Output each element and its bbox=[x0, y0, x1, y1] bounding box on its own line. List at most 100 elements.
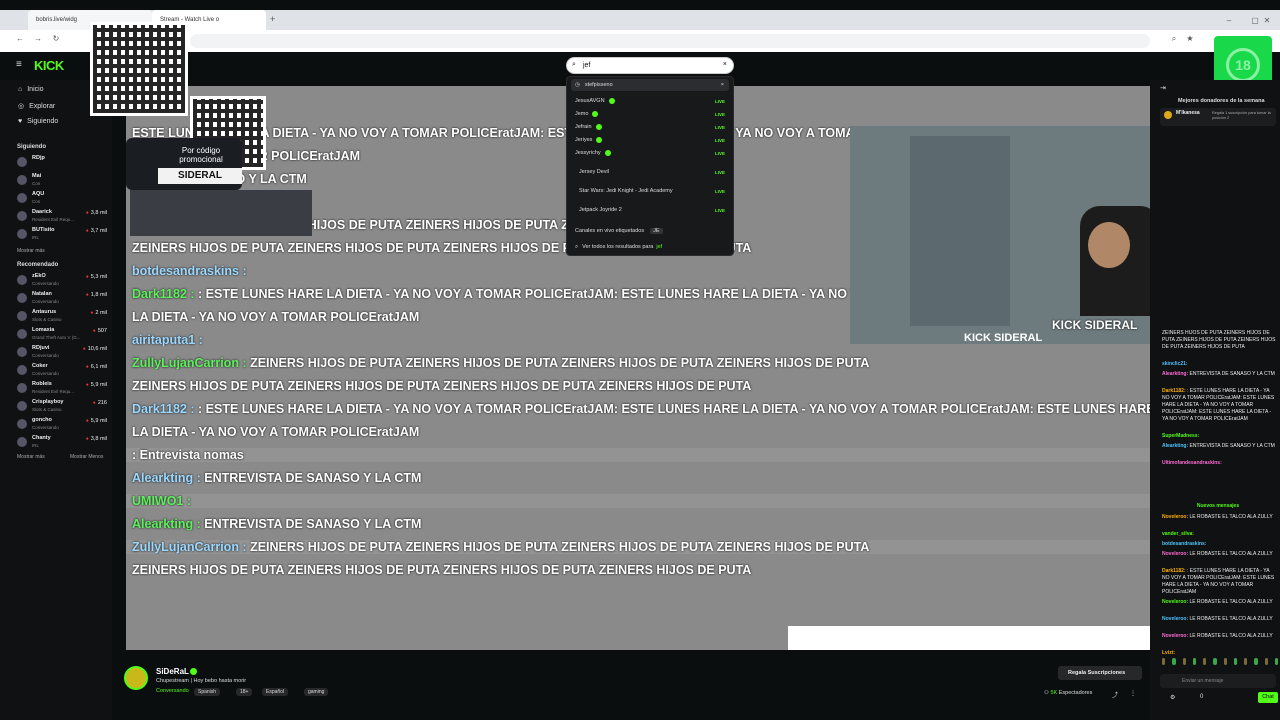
emote-icon[interactable] bbox=[1213, 658, 1217, 665]
send-chat-button[interactable]: Chat bbox=[1258, 692, 1278, 703]
sidebar-channel[interactable]: Crisplayboy Slots & Casino 216 bbox=[17, 399, 107, 415]
emote-icon[interactable] bbox=[1233, 658, 1237, 665]
emote-icon[interactable] bbox=[1274, 658, 1278, 665]
sidebar-channel[interactable]: goncho Conversando 5,9 mil bbox=[17, 417, 107, 433]
see-all-results-item[interactable]: ⌕ Ver todos los resultados para jef bbox=[571, 241, 729, 253]
live-badge: LIVE bbox=[714, 137, 725, 143]
channel-category: Conversando bbox=[32, 281, 59, 286]
search-input[interactable]: ⌕ jef × bbox=[566, 57, 734, 74]
emote-icon[interactable] bbox=[1264, 658, 1268, 665]
sidebar-channel[interactable]: Chanty IRL 3,8 mil bbox=[17, 435, 107, 451]
emote-icon[interactable] bbox=[1192, 658, 1196, 665]
sidebar-channel[interactable]: Coker Conversando 6,1 mil bbox=[17, 363, 107, 379]
chat-text: LE ROBASTE EL TALCO ALA ZULLY bbox=[1189, 633, 1273, 639]
chat-username[interactable]: vander_silva: bbox=[1162, 531, 1194, 537]
chat-username[interactable]: Noveleroo: bbox=[1162, 616, 1190, 622]
channel-result[interactable]: Jessyrichy LIVE bbox=[571, 147, 729, 159]
show-more-link[interactable]: Mostrar más bbox=[17, 248, 45, 254]
tagged-channels-item[interactable]: Canales en vivo etiquetados JE bbox=[571, 225, 729, 237]
sidebar-channel[interactable]: Natalan Conversando 1,8 mil bbox=[17, 291, 107, 307]
search-icon: ⌕ bbox=[572, 61, 576, 68]
settings-icon[interactable]: ⚙ bbox=[1170, 694, 1175, 701]
channel-result[interactable]: JesusAVGN LIVE bbox=[571, 95, 729, 107]
menu-icon[interactable]: ≡ bbox=[16, 59, 22, 70]
collapse-chat-icon[interactable]: ⇥ bbox=[1160, 84, 1166, 92]
new-tab-icon[interactable]: + bbox=[270, 14, 275, 24]
minimize-icon[interactable]: – bbox=[1216, 10, 1242, 30]
emote-icon[interactable] bbox=[1254, 658, 1258, 665]
channel-result[interactable]: Jeriyes LIVE bbox=[571, 134, 729, 146]
chat-username[interactable]: Noveleroo: bbox=[1162, 633, 1190, 639]
remove-recent-icon[interactable]: × bbox=[721, 82, 724, 88]
channel-result[interactable]: Jefrain LIVE bbox=[571, 121, 729, 133]
sidebar-channel[interactable]: Robleis Resident Evil Requ... 5,9 mil bbox=[17, 381, 107, 397]
bookmark-star-icon[interactable]: ★ bbox=[1184, 34, 1196, 48]
sidebar-channel[interactable]: BUTisito IRL 3,7 mil bbox=[17, 227, 107, 243]
zoom-icon[interactable]: ⌕ bbox=[1168, 34, 1180, 48]
gift-subs-button[interactable]: Regala Suscripciones bbox=[1058, 666, 1142, 680]
nav-following[interactable]: ♥ Siguiendo bbox=[18, 118, 58, 125]
chat-username[interactable]: skinclic21: bbox=[1162, 361, 1188, 367]
tag-chip[interactable]: 18+ bbox=[236, 688, 253, 696]
nav-home[interactable]: ⌂ Inicio bbox=[18, 86, 44, 93]
sidebar-channel[interactable]: RDjp bbox=[17, 155, 107, 171]
chat-username[interactable]: SuperMadness: bbox=[1162, 433, 1199, 439]
share-icon[interactable]: ⤴ bbox=[1112, 690, 1118, 699]
chat-username[interactable]: Dark1182: bbox=[1162, 388, 1187, 394]
forward-icon[interactable]: → bbox=[32, 34, 44, 48]
chat-username[interactable]: Alearkting: bbox=[1162, 371, 1190, 377]
channel-result[interactable]: Jemo LIVE bbox=[571, 108, 729, 120]
sidebar-channel[interactable]: Mai Con bbox=[17, 173, 107, 189]
emote-icon[interactable] bbox=[1162, 658, 1166, 665]
sidebar-channel[interactable]: Daarick Resident Evil Requ... 3,8 mil bbox=[17, 209, 107, 225]
more-options-icon[interactable]: ⋮ bbox=[1130, 690, 1136, 697]
recent-search-item[interactable]: ◷ stefpisseno × bbox=[571, 79, 729, 91]
emote-bar[interactable] bbox=[1160, 658, 1280, 670]
tag-chip[interactable]: Spanish bbox=[194, 688, 221, 696]
sidebar-channel[interactable]: Lomaxia Grand Theft Auto V (G... 507 bbox=[17, 327, 107, 343]
category-result[interactable]: Jersey Devil LIVE bbox=[571, 166, 729, 178]
sidebar-channel[interactable]: zEkO Conversando 5,3 mil bbox=[17, 273, 107, 289]
cam-brand-label: KICK SIDERAL bbox=[1052, 318, 1138, 332]
overlay-chat-line: ZullyLujanCarrion : ZEINERS HIJOS DE PUT… bbox=[126, 540, 1150, 554]
reload-icon[interactable]: ↻ bbox=[50, 34, 62, 48]
category-result-name: Jersey Devil bbox=[579, 169, 609, 175]
tag-chip[interactable]: Español bbox=[262, 688, 289, 696]
show-more-link[interactable]: Mostrar más bbox=[17, 454, 45, 460]
chat-username[interactable]: Noveleroo: bbox=[1162, 599, 1190, 605]
chat-message: botdesandraskins: bbox=[1162, 541, 1278, 548]
chat-username[interactable]: botdesandraskins: bbox=[1162, 541, 1206, 547]
chat-username[interactable]: Noveleroo: bbox=[1162, 514, 1190, 520]
chat-username[interactable]: Ultimofandesandraskins: bbox=[1162, 460, 1222, 466]
url-field[interactable] bbox=[190, 34, 1150, 48]
chat-input[interactable]: Enviar un mensaje bbox=[1160, 674, 1276, 688]
emote-icon[interactable] bbox=[1172, 658, 1176, 665]
sidebar-channel[interactable]: RDjuvi Conversando 10,6 mil bbox=[17, 345, 107, 361]
chat-username[interactable]: Dark1182: bbox=[1162, 568, 1187, 574]
show-less-link[interactable]: Mostrar Menos bbox=[70, 454, 103, 460]
emote-icon[interactable] bbox=[1203, 658, 1207, 665]
nav-explore[interactable]: ◎ Explorar bbox=[18, 102, 55, 111]
tag-chip[interactable]: gaming bbox=[304, 688, 329, 696]
emote-icon[interactable] bbox=[1244, 658, 1248, 665]
channel-avatar[interactable] bbox=[124, 666, 148, 690]
top-donors-title: Mejores donadores de la semana bbox=[1178, 98, 1265, 104]
sidebar-channel[interactable]: AQU Con bbox=[17, 191, 107, 207]
overlay-message: ENTREVISTA DE SANASO Y LA CTM bbox=[204, 517, 422, 531]
chat-username[interactable]: Lvizt: bbox=[1162, 650, 1175, 656]
category-result[interactable]: Jetpack Joyride 2 LIVE bbox=[571, 204, 729, 216]
sidebar-channel[interactable]: Antaurus Slots & Casino 2 mil bbox=[17, 309, 107, 325]
close-window-icon[interactable]: ✕ bbox=[1254, 10, 1280, 30]
stream-category[interactable]: Conversando bbox=[156, 688, 189, 694]
back-icon[interactable]: ← bbox=[14, 34, 26, 48]
address-bar-row: ← → ↻ ⌕ ★ bbox=[0, 30, 1280, 52]
category-result[interactable]: Star Wars: Jedi Knight - Jedi Academy LIV… bbox=[571, 185, 729, 197]
kick-logo[interactable]: KICK bbox=[34, 58, 64, 73]
chat-username[interactable]: Alearkting: bbox=[1162, 443, 1190, 449]
emote-icon[interactable] bbox=[1182, 658, 1186, 665]
clear-search-icon[interactable]: × bbox=[723, 61, 727, 68]
overlay-message: LA DIETA - YA NO VOY A TOMAR POLICEratJA… bbox=[132, 310, 420, 324]
emote-icon[interactable] bbox=[1223, 658, 1227, 665]
channel-name[interactable]: SiDeRaL bbox=[156, 667, 189, 676]
chat-username[interactable]: Noveleroo: bbox=[1162, 551, 1190, 557]
